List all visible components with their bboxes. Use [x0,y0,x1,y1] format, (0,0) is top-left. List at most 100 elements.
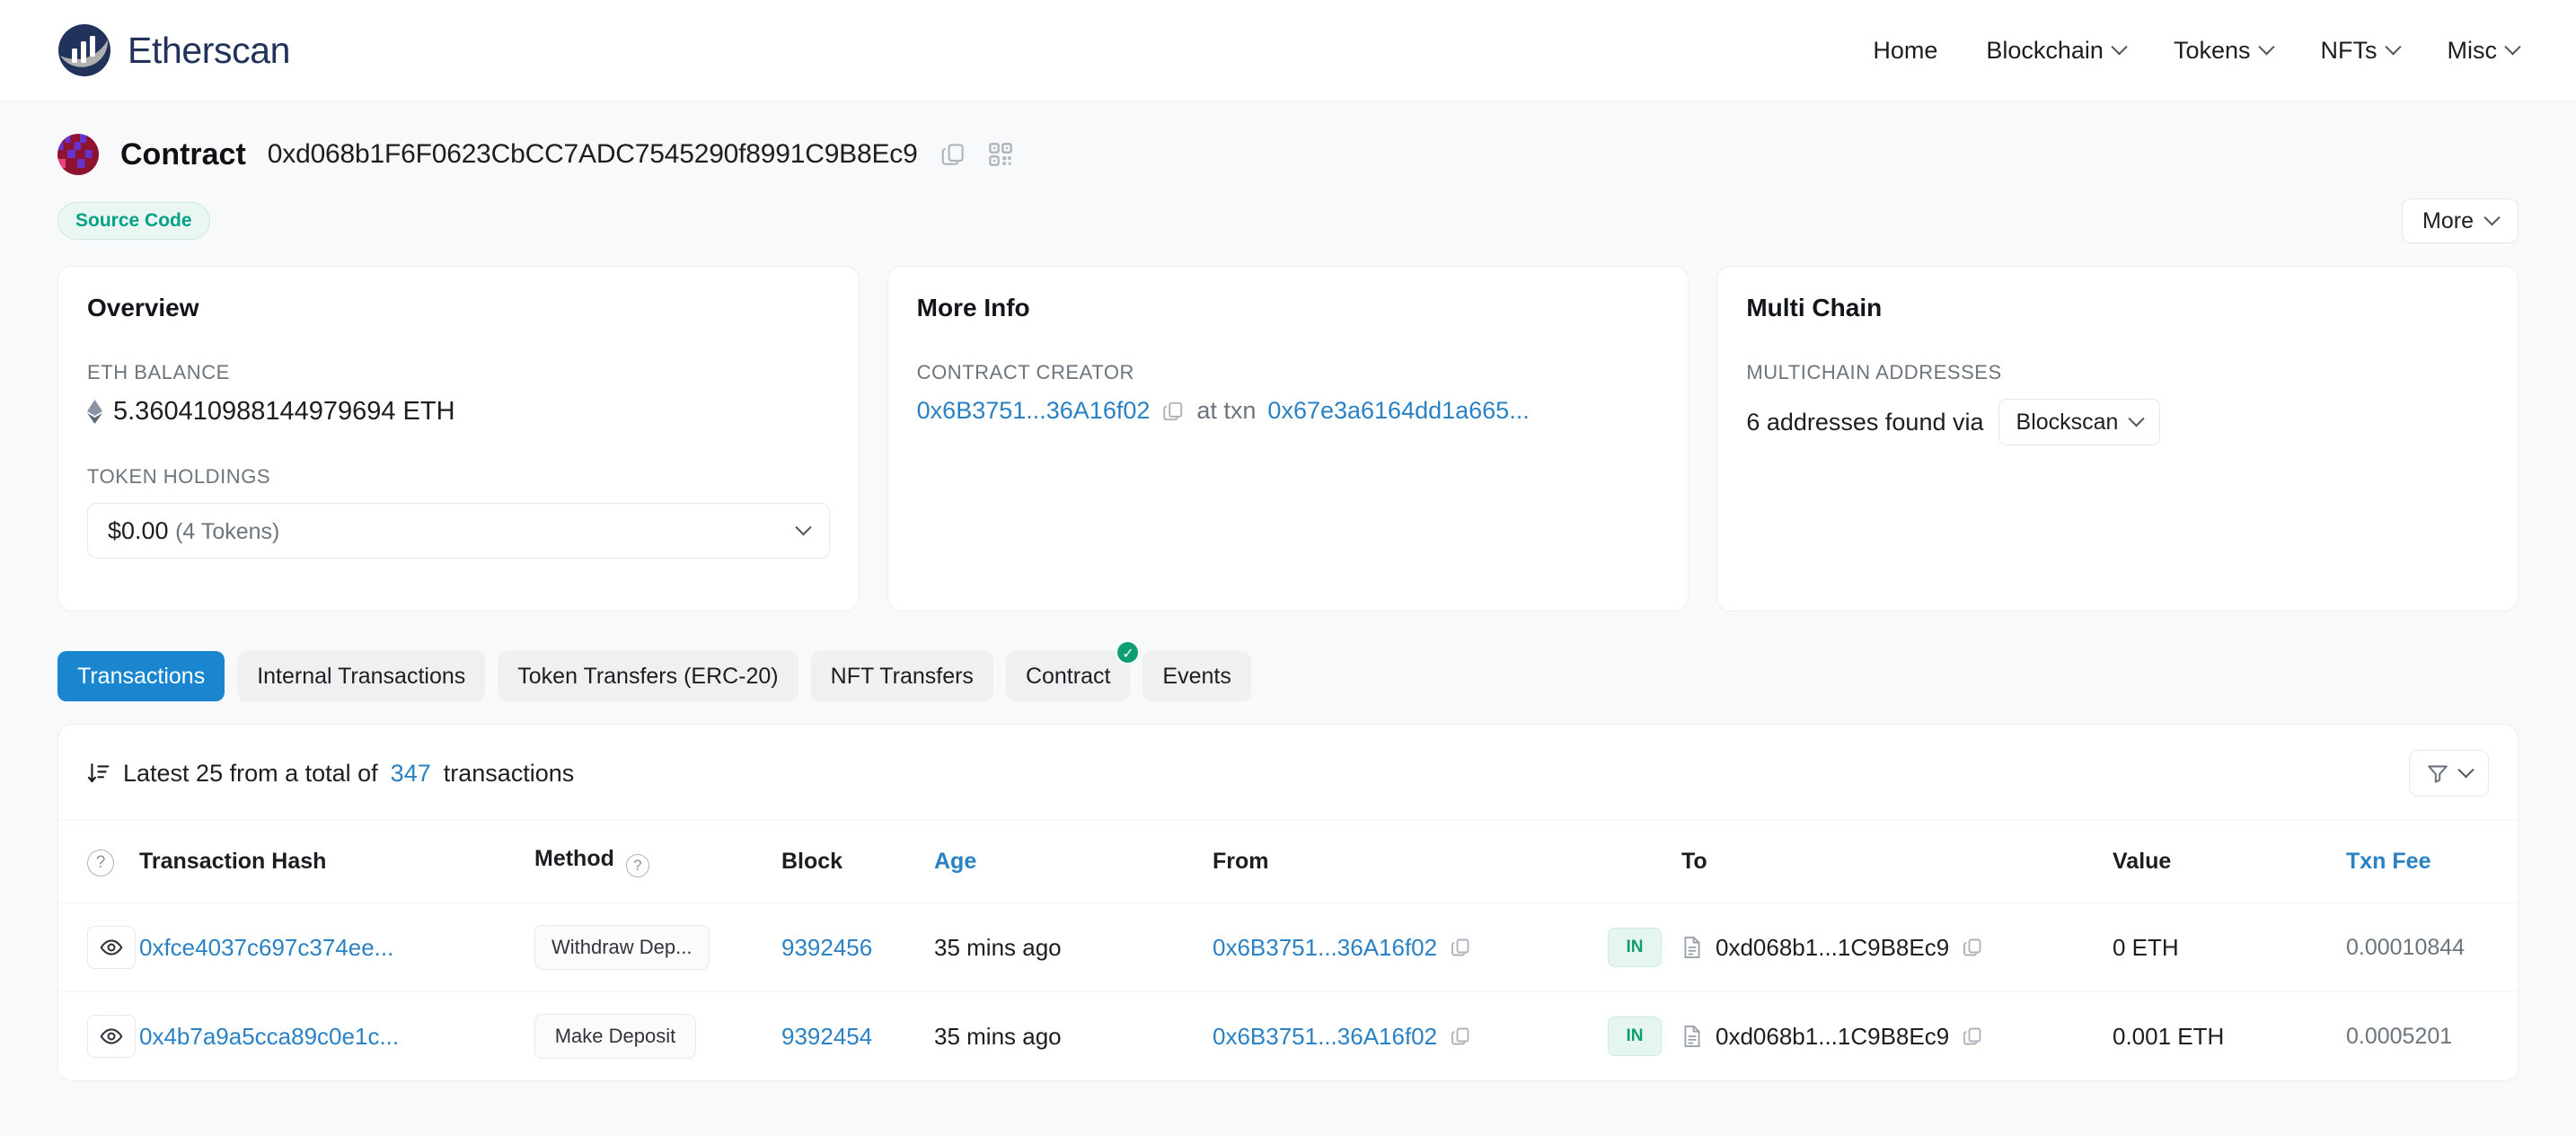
eye-icon[interactable] [87,926,136,969]
transaction-hash-link[interactable]: 0xfce4037c697c374ee... [139,934,393,961]
nav-label: NFTs [2320,36,2378,64]
summary-cards: Overview ETH BALANCE 5.36041098814497969… [0,243,2576,612]
verified-check-icon: ✓ [1116,640,1141,665]
copy-icon[interactable] [1450,1026,1471,1047]
chevron-down-icon [2504,38,2521,55]
row-direction-cell: IN [1608,991,1681,1080]
tab-nft-transfers[interactable]: NFT Transfers [810,651,993,701]
token-holdings-count: (4 Tokens) [175,518,280,544]
direction-badge: IN [1608,928,1662,967]
creator-address-link[interactable]: 0x6B3751...36A16f02 [917,397,1151,425]
column-help: ? [58,821,139,903]
token-holdings-value: $0.00 [108,516,169,544]
multi-chain-card-title: Multi Chain [1746,294,1883,321]
tab-contract[interactable]: Contract ✓ [1005,640,1141,701]
chevron-down-icon [2128,409,2146,427]
block-number-link[interactable]: 9392456 [781,934,872,961]
row-to-cell: 0xd068b1...1C9B8Ec9 [1681,903,2113,992]
row-block-cell: 9392454 [781,991,934,1080]
row-eye-cell [58,903,139,992]
token-holdings-label: TOKEN HOLDINGS [87,465,271,488]
copy-icon[interactable] [1161,400,1185,423]
column-txn-fee[interactable]: Txn Fee [2346,821,2518,903]
tab-transactions[interactable]: Transactions [57,651,225,701]
summary-prefix: Latest 25 from a total of [123,759,378,787]
tab-token-transfers[interactable]: Token Transfers (ERC-20) [498,651,798,701]
copy-icon[interactable] [1450,937,1471,958]
column-to: To [1681,849,1707,874]
at-txn-label: at txn [1196,397,1257,424]
blockscan-provider-select[interactable]: Blockscan [1998,399,2161,445]
filter-button[interactable] [2409,750,2489,797]
table-row: 0xfce4037c697c374ee... Withdraw Dep... 9… [58,903,2518,992]
to-address-text: 0xd068b1...1C9B8Ec9 [1716,933,1950,961]
chevron-down-icon [2384,38,2402,55]
nav-item-tokens[interactable]: Tokens [2173,36,2275,65]
from-address-link[interactable]: 0x6B3751...36A16f02 [1213,1023,1437,1051]
nav-label: Blockchain [1986,36,2104,64]
row-method-cell: Withdraw Dep... [534,903,781,992]
nav-item-home[interactable]: Home [1873,37,1937,65]
tab-label: Events [1162,663,1231,689]
badge-row: Source Code More [0,175,2576,243]
multichain-addresses-label: MULTICHAIN ADDRESSES [1746,361,2002,383]
row-value-cell: 0 ETH [2113,903,2346,992]
nav-label: Misc [2447,36,2498,64]
transactions-table: ? Transaction Hash Method ? Block Age Fr… [58,821,2518,1080]
block-number-link[interactable]: 9392454 [781,1023,872,1050]
transactions-panel-header: Latest 25 from a total of 347 transactio… [58,725,2518,821]
direction-badge: IN [1608,1017,1662,1056]
row-value-cell: 0.001 ETH [2113,991,2346,1080]
token-holdings-dropdown[interactable]: $0.00 (4 Tokens) [87,503,830,559]
copy-icon[interactable] [1962,937,1983,958]
row-method-cell: Make Deposit [534,991,781,1080]
tab-label: Internal Transactions [257,663,466,689]
total-transactions-count[interactable]: 347 [391,760,431,788]
row-eye-cell [58,991,139,1080]
brand-logo-link[interactable]: Etherscan [57,23,290,77]
multi-chain-card: Multi Chain MULTICHAIN ADDRESSES 6 addre… [1716,266,2519,612]
row-block-cell: 9392456 [781,903,934,992]
column-value: Value [2113,849,2172,874]
column-from: From [1213,849,1269,874]
tab-label: Contract [1025,663,1111,689]
overview-card-title: Overview [87,294,199,321]
copy-icon[interactable] [1962,1026,1983,1047]
nav-item-blockchain[interactable]: Blockchain [1986,36,2128,65]
ethereum-diamond-icon [87,400,102,424]
method-badge[interactable]: Make Deposit [534,1014,696,1059]
transaction-hash-link[interactable]: 0x4b7a9a5cca89c0e1c... [139,1023,399,1050]
contract-creator-label: CONTRACT CREATOR [916,361,1134,383]
method-badge[interactable]: Withdraw Dep... [534,925,710,970]
column-age[interactable]: Age [934,821,1213,903]
more-button[interactable]: More [2402,198,2519,243]
from-address-link[interactable]: 0x6B3751...36A16f02 [1213,934,1437,962]
eye-icon[interactable] [87,1015,136,1058]
summary-suffix: transactions [443,759,575,787]
row-hash-cell: 0x4b7a9a5cca89c0e1c... [139,991,534,1080]
tab-internal-transactions[interactable]: Internal Transactions [237,651,486,701]
nav-item-nfts[interactable]: NFTs [2320,36,2402,65]
column-method-label: Method [534,846,614,871]
nav-item-misc[interactable]: Misc [2447,36,2521,65]
brand-name: Etherscan [128,29,291,71]
tab-events[interactable]: Events [1142,651,1251,701]
creation-txn-link[interactable]: 0x67e3a6164dd1a665... [1267,397,1529,425]
eth-balance-label: ETH BALANCE [87,361,230,383]
copy-icon[interactable] [940,141,966,168]
sort-descending-icon[interactable] [87,762,110,785]
site-header: Etherscan Home Blockchain Tokens NFTs Mi… [0,0,2576,101]
column-method: Method ? [534,821,781,903]
chevron-down-icon [2111,38,2128,55]
page-title: Contract [120,136,246,172]
provider-label: Blockscan [2016,409,2119,435]
source-code-badge[interactable]: Source Code [57,202,210,240]
contract-file-icon [1681,1025,1703,1048]
funnel-icon [2426,762,2449,785]
row-age-cell: 35 mins ago [934,903,1213,992]
nav-label: Home [1873,36,1938,64]
tab-label: Token Transfers (ERC-20) [517,663,779,689]
qr-code-icon[interactable] [988,142,1013,167]
nav-label: Tokens [2173,36,2251,64]
row-direction-cell: IN [1608,903,1681,992]
